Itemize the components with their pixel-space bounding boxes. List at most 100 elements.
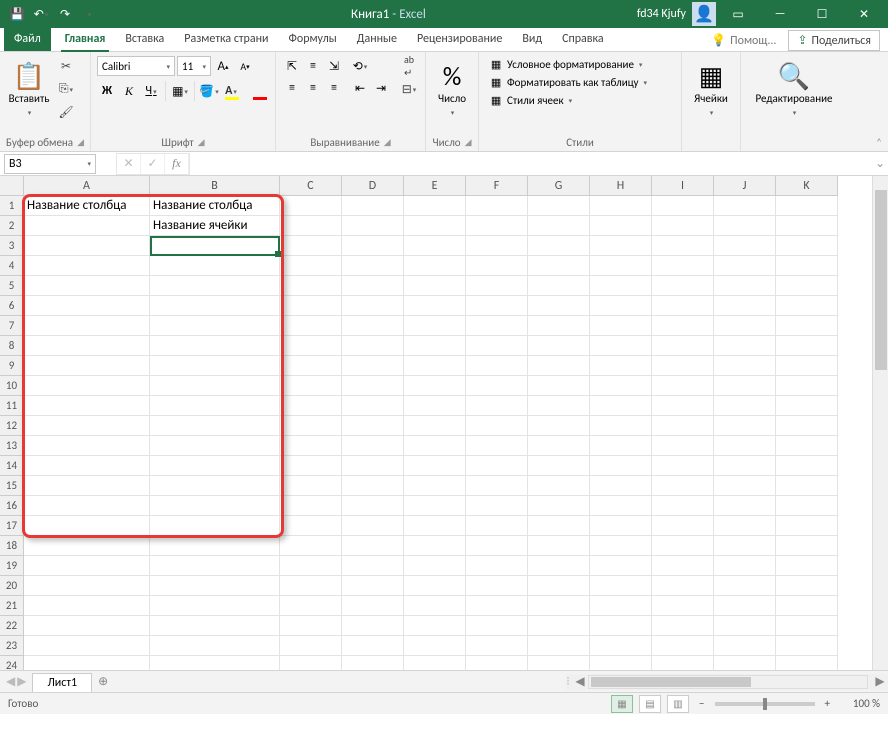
cell-F10[interactable] (466, 376, 528, 396)
cell-F5[interactable] (466, 276, 528, 296)
row-header-5[interactable]: 5 (0, 276, 24, 296)
cell-H3[interactable] (590, 236, 652, 256)
cell-A15[interactable] (24, 476, 150, 496)
cell-G4[interactable] (528, 256, 590, 276)
cell-H24[interactable] (590, 656, 652, 670)
undo-icon[interactable]: ↶▾ (30, 3, 52, 25)
scroll-left-icon[interactable]: ◀ (572, 674, 588, 690)
cell-H9[interactable] (590, 356, 652, 376)
cell-C21[interactable] (280, 596, 342, 616)
cell-E21[interactable] (404, 596, 466, 616)
format-painter-icon[interactable]: 🖌 (56, 102, 76, 122)
cell-E5[interactable] (404, 276, 466, 296)
cell-K9[interactable] (776, 356, 838, 376)
cell-I16[interactable] (652, 496, 714, 516)
cell-A18[interactable] (24, 536, 150, 556)
cell-I13[interactable] (652, 436, 714, 456)
cell-I6[interactable] (652, 296, 714, 316)
cell-K6[interactable] (776, 296, 838, 316)
select-all-corner[interactable] (0, 176, 24, 196)
zoom-slider[interactable] (715, 702, 815, 706)
cell-J17[interactable] (714, 516, 776, 536)
cell-J2[interactable] (714, 216, 776, 236)
zoom-out-icon[interactable]: − (695, 697, 708, 710)
qat-customize-icon[interactable]: ▾ (78, 3, 100, 25)
cell-F18[interactable] (466, 536, 528, 556)
cell-H2[interactable] (590, 216, 652, 236)
cell-A13[interactable] (24, 436, 150, 456)
col-header-B[interactable]: B (150, 176, 280, 196)
cell-A14[interactable] (24, 456, 150, 476)
cell-G12[interactable] (528, 416, 590, 436)
cell-B1[interactable]: Название столбца (150, 196, 280, 216)
user-name[interactable]: fd34 Kjufy (637, 7, 686, 21)
cell-B4[interactable] (150, 256, 280, 276)
cell-A23[interactable] (24, 636, 150, 656)
cell-E6[interactable] (404, 296, 466, 316)
cell-I12[interactable] (652, 416, 714, 436)
cell-I24[interactable] (652, 656, 714, 670)
cell-J3[interactable] (714, 236, 776, 256)
cell-F17[interactable] (466, 516, 528, 536)
cell-H1[interactable] (590, 196, 652, 216)
cell-G9[interactable] (528, 356, 590, 376)
minimize-icon[interactable]: — (760, 0, 800, 28)
cell-J18[interactable] (714, 536, 776, 556)
row-header-18[interactable]: 18 (0, 536, 24, 556)
col-header-A[interactable]: A (24, 176, 150, 196)
cell-I2[interactable] (652, 216, 714, 236)
cell-F22[interactable] (466, 616, 528, 636)
cell-D23[interactable] (342, 636, 404, 656)
cell-E8[interactable] (404, 336, 466, 356)
cell-G10[interactable] (528, 376, 590, 396)
font-name-combo[interactable]: Calibri▾ (97, 56, 175, 76)
formula-input[interactable] (190, 154, 872, 174)
cell-C19[interactable] (280, 556, 342, 576)
cell-A12[interactable] (24, 416, 150, 436)
font-size-combo[interactable]: 11▾ (177, 56, 211, 76)
cell-E3[interactable] (404, 236, 466, 256)
cell-K3[interactable] (776, 236, 838, 256)
vertical-scrollbar[interactable] (872, 176, 888, 670)
cell-G8[interactable] (528, 336, 590, 356)
cell-H5[interactable] (590, 276, 652, 296)
sheet-nav-prev-icon[interactable]: ◀ (6, 674, 15, 689)
cell-C7[interactable] (280, 316, 342, 336)
cell-F14[interactable] (466, 456, 528, 476)
row-header-20[interactable]: 20 (0, 576, 24, 596)
cell-B2[interactable]: Название ячейки (150, 216, 280, 236)
cell-C16[interactable] (280, 496, 342, 516)
italic-button[interactable]: К (119, 81, 139, 101)
cell-B9[interactable] (150, 356, 280, 376)
row-header-16[interactable]: 16 (0, 496, 24, 516)
cell-D13[interactable] (342, 436, 404, 456)
cut-icon[interactable]: ✂ (56, 56, 76, 76)
row-header-9[interactable]: 9 (0, 356, 24, 376)
row-header-6[interactable]: 6 (0, 296, 24, 316)
view-normal-icon[interactable]: ▦ (611, 695, 633, 713)
cell-E23[interactable] (404, 636, 466, 656)
cell-F24[interactable] (466, 656, 528, 670)
row-header-15[interactable]: 15 (0, 476, 24, 496)
dialog-launcher-icon[interactable]: ◢ (384, 137, 391, 148)
cell-D16[interactable] (342, 496, 404, 516)
cell-H23[interactable] (590, 636, 652, 656)
cell-G20[interactable] (528, 576, 590, 596)
cell-D22[interactable] (342, 616, 404, 636)
cell-F2[interactable] (466, 216, 528, 236)
cell-E2[interactable] (404, 216, 466, 236)
cell-B12[interactable] (150, 416, 280, 436)
cell-C9[interactable] (280, 356, 342, 376)
editing-button[interactable]: 🔍 Редактирование▾ (747, 56, 841, 122)
tell-me[interactable]: 💡Помощ... (711, 33, 776, 48)
cell-D14[interactable] (342, 456, 404, 476)
cell-K1[interactable] (776, 196, 838, 216)
cell-K24[interactable] (776, 656, 838, 670)
align-left-icon[interactable]: ≡ (282, 78, 302, 98)
row-header-10[interactable]: 10 (0, 376, 24, 396)
cell-K14[interactable] (776, 456, 838, 476)
scroll-right-icon[interactable]: ▶ (872, 674, 888, 690)
cell-H15[interactable] (590, 476, 652, 496)
tab-formulas[interactable]: Формулы (279, 28, 347, 51)
row-header-13[interactable]: 13 (0, 436, 24, 456)
